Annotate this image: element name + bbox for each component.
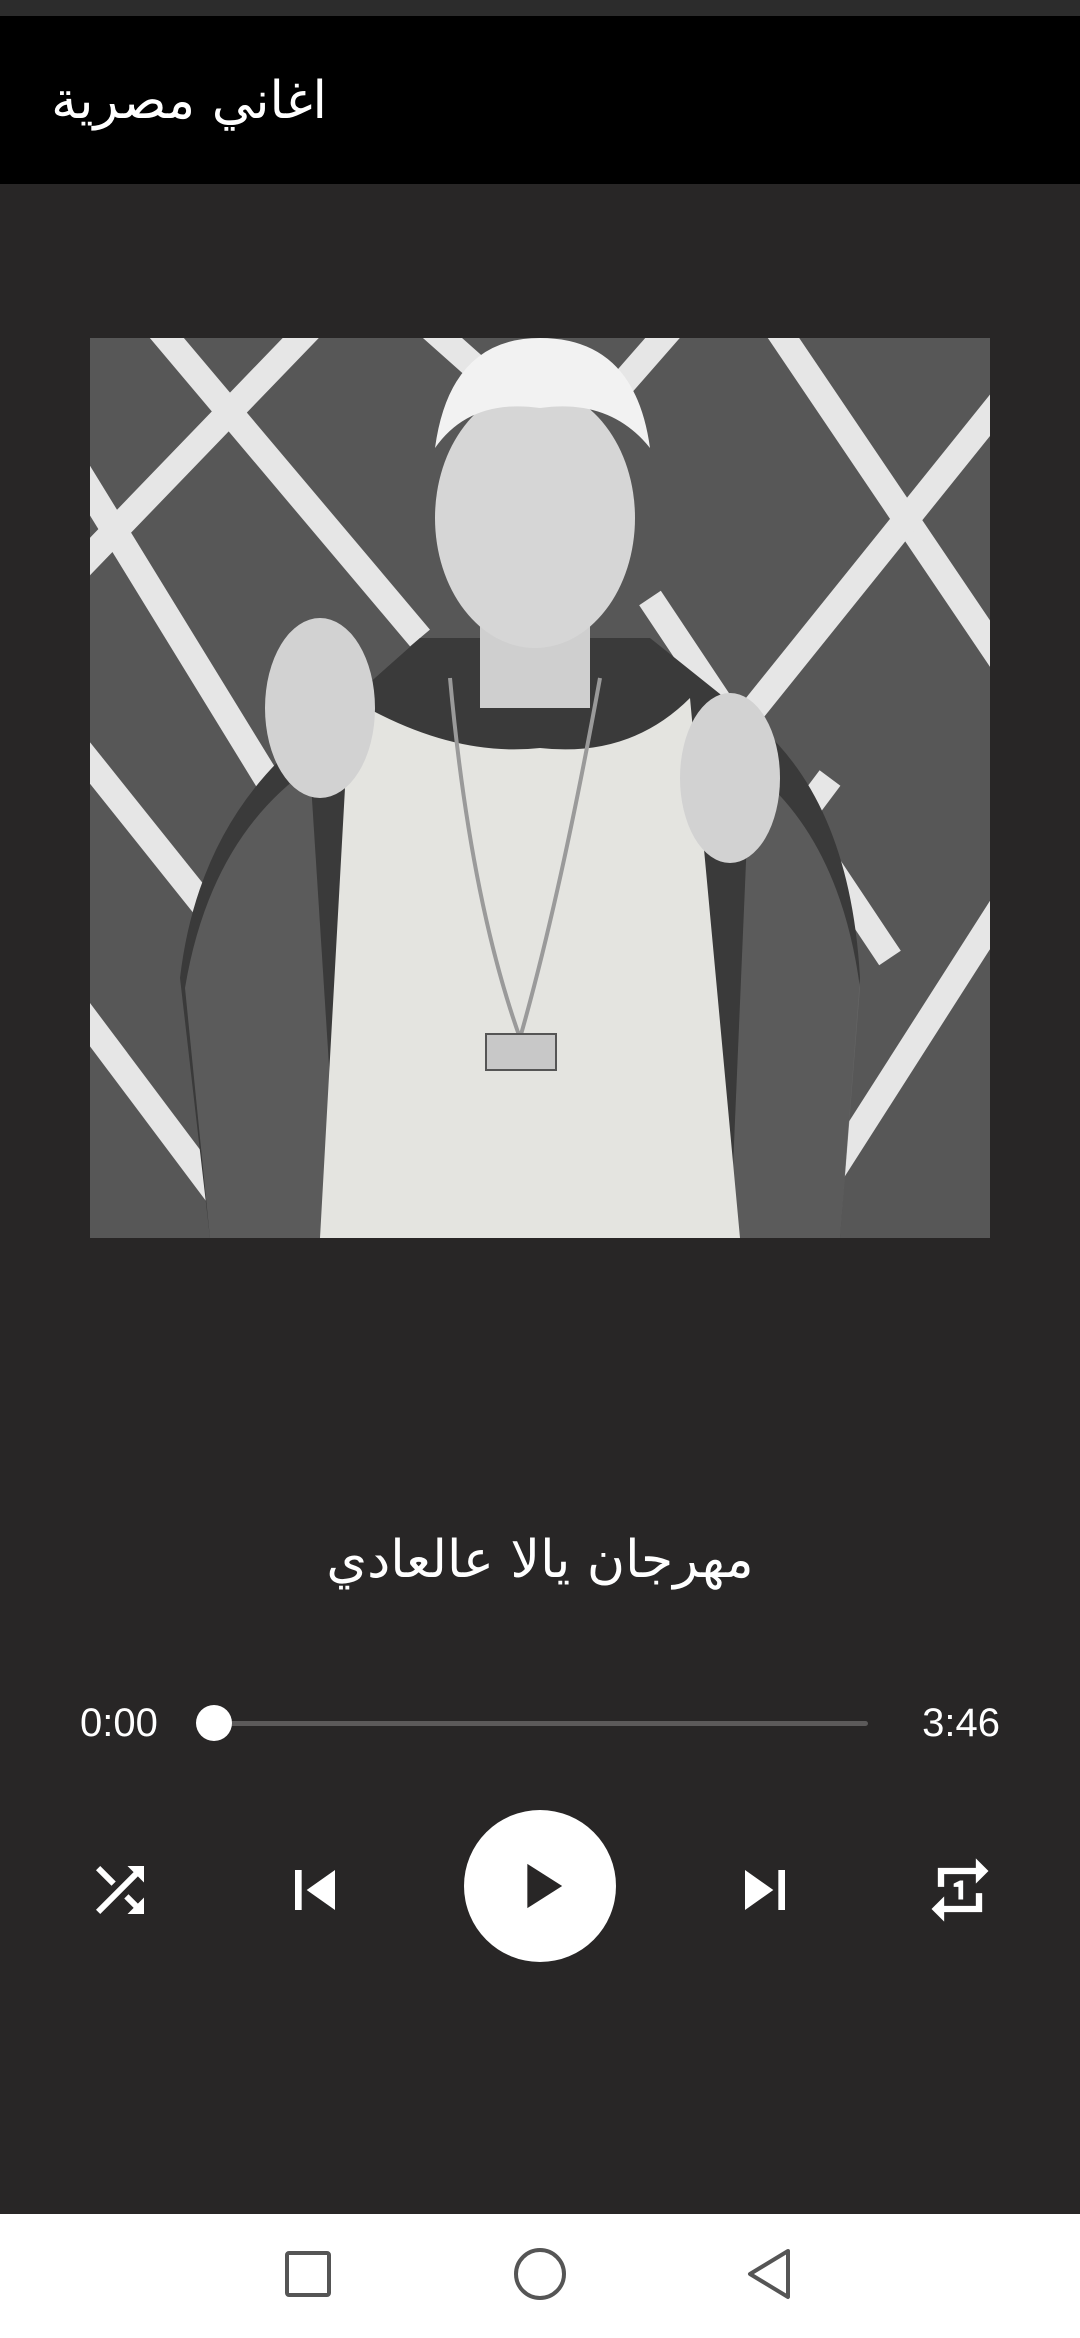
back-button[interactable] <box>728 2236 808 2316</box>
skip-next-icon <box>725 1850 805 1930</box>
circle-icon <box>512 2246 568 2306</box>
status-bar <box>0 0 1080 16</box>
shuffle-button[interactable] <box>70 1840 170 1940</box>
app-bar: اغاني مصرية <box>0 16 1080 184</box>
square-icon <box>283 2249 333 2303</box>
triangle-back-icon <box>742 2246 794 2306</box>
seek-thumb[interactable] <box>196 1705 232 1741</box>
play-button[interactable] <box>464 1810 616 1962</box>
system-navigation-bar <box>0 2214 1080 2338</box>
app-title: اغاني مصرية <box>51 71 327 131</box>
seek-bar[interactable] <box>196 1695 868 1751</box>
home-button[interactable] <box>500 2236 580 2316</box>
shuffle-icon <box>84 1854 156 1926</box>
current-time: 0:00 <box>80 1701 158 1745</box>
repeat-one-icon <box>922 1852 998 1928</box>
recents-button[interactable] <box>268 2236 348 2316</box>
next-button[interactable] <box>715 1840 815 1940</box>
album-art-image <box>90 338 990 1238</box>
total-time: 3:46 <box>922 1701 1000 1745</box>
album-art <box>90 338 990 1238</box>
seek-track <box>214 1721 868 1726</box>
previous-button[interactable] <box>265 1840 365 1940</box>
song-title: مهرجان يالا عالعادي <box>326 1530 754 1590</box>
repeat-button[interactable] <box>910 1840 1010 1940</box>
skip-previous-icon <box>275 1850 355 1930</box>
play-icon <box>502 1848 578 1924</box>
